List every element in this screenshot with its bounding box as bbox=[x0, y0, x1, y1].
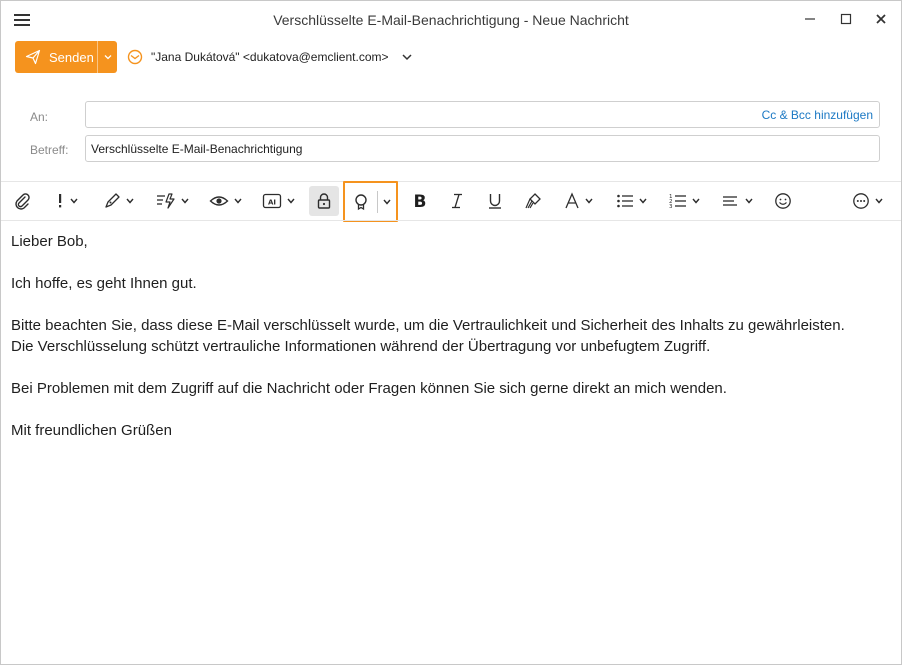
chevron-down-icon bbox=[692, 198, 700, 204]
more-options-button[interactable] bbox=[852, 188, 884, 214]
underline-icon bbox=[489, 194, 501, 209]
svg-text:B: B bbox=[414, 192, 427, 210]
attach-button[interactable] bbox=[13, 188, 31, 214]
align-icon bbox=[723, 196, 737, 206]
message-paragraph: Bitte beachten Sie, dass diese E-Mail ve… bbox=[11, 315, 896, 357]
message-body[interactable]: Lieber Bob, Ich hoffe, es geht Ihnen gut… bbox=[11, 231, 896, 462]
italic-button[interactable] bbox=[450, 188, 464, 214]
to-label: An: bbox=[30, 110, 49, 124]
priority-button[interactable] bbox=[55, 188, 79, 214]
read-receipt-button[interactable] bbox=[209, 188, 243, 214]
svg-text:3: 3 bbox=[669, 204, 673, 210]
to-field[interactable]: Cc & Bcc hinzufügen bbox=[85, 101, 880, 128]
message-closing: Mit freundlichen Grüßen bbox=[11, 422, 172, 439]
chevron-down-icon bbox=[745, 198, 753, 204]
italic-icon bbox=[452, 193, 462, 209]
close-icon[interactable] bbox=[869, 9, 893, 29]
emoji-button[interactable] bbox=[774, 188, 792, 214]
underline-button[interactable] bbox=[487, 188, 503, 214]
message-paragraph-line: Die Verschlüsselung schützt vertrauliche… bbox=[11, 338, 711, 355]
bold-button[interactable]: B bbox=[412, 188, 428, 214]
align-button[interactable] bbox=[722, 188, 754, 214]
subject-field[interactable]: Verschlüsselte E-Mail-Benachrichtigung bbox=[85, 135, 880, 162]
chevron-down-icon bbox=[234, 198, 242, 204]
chevron-down-icon bbox=[181, 198, 189, 204]
sign-icon bbox=[105, 193, 120, 208]
send-icon bbox=[25, 49, 41, 65]
svg-text:AI: AI bbox=[268, 199, 276, 207]
format-painter-icon bbox=[525, 193, 541, 209]
attach-icon bbox=[15, 193, 30, 210]
from-address: "Jana Dukátová" <dukatova@emclient.com> bbox=[151, 50, 389, 64]
encrypt-lock-icon bbox=[317, 193, 331, 209]
sign-button[interactable] bbox=[103, 188, 135, 214]
window-title: Verschlüsselte E-Mail-Benachrichtigung -… bbox=[273, 12, 629, 28]
certificate-icon bbox=[355, 193, 367, 210]
send-button[interactable]: Senden bbox=[15, 41, 97, 73]
message-paragraph: Bei Problemen mit dem Zugriff auf die Na… bbox=[11, 380, 727, 397]
from-selector[interactable]: "Jana Dukátová" <dukatova@emclient.com> bbox=[127, 47, 413, 67]
text-template-icon: AI bbox=[262, 193, 282, 209]
font-color-icon bbox=[565, 192, 579, 209]
subject-value: Verschlüsselte E-Mail-Benachrichtigung bbox=[91, 142, 303, 156]
chevron-down-icon bbox=[639, 198, 647, 204]
encrypt-button[interactable] bbox=[309, 186, 339, 216]
toolbar-divider bbox=[1, 220, 901, 221]
chevron-down-icon bbox=[126, 198, 134, 204]
send-label: Senden bbox=[49, 49, 94, 65]
emoji-icon bbox=[775, 193, 791, 209]
chevron-down-icon bbox=[104, 55, 111, 60]
title-bar: Verschlüsselte E-Mail-Benachrichtigung -… bbox=[1, 1, 901, 39]
format-painter-button[interactable] bbox=[524, 188, 542, 214]
account-icon bbox=[127, 49, 143, 65]
bullet-list-button[interactable] bbox=[616, 188, 648, 214]
certificate-separator bbox=[377, 190, 378, 213]
message-greeting: Lieber Bob, bbox=[11, 233, 88, 250]
chevron-down-icon bbox=[401, 54, 412, 61]
message-paragraph-line: Bitte beachten Sie, dass diese E-Mail ve… bbox=[11, 317, 845, 334]
maximize-icon[interactable] bbox=[834, 9, 858, 29]
font-color-button[interactable] bbox=[564, 188, 594, 214]
more-icon bbox=[853, 193, 869, 209]
formatting-toolbar: AI B 1 2 3 bbox=[1, 181, 901, 222]
bullet-list-icon bbox=[617, 194, 633, 208]
compose-window: Verschlüsselte E-Mail-Benachrichtigung -… bbox=[0, 0, 902, 665]
bold-icon: B bbox=[414, 192, 427, 210]
subject-label: Betreff: bbox=[30, 143, 69, 157]
flag-icon bbox=[157, 193, 175, 209]
chevron-down-icon bbox=[383, 199, 391, 205]
chevron-down-icon bbox=[70, 198, 78, 204]
certificate-button[interactable] bbox=[343, 181, 398, 222]
numbered-list-icon: 123 bbox=[669, 194, 686, 210]
send-button-group: Senden bbox=[15, 41, 117, 73]
numbered-list-button[interactable]: 123 bbox=[669, 188, 701, 214]
cc-bcc-link[interactable]: Cc & Bcc hinzufügen bbox=[762, 108, 873, 122]
send-options-button[interactable] bbox=[98, 41, 117, 73]
read-receipt-icon bbox=[209, 196, 229, 206]
priority-icon bbox=[59, 194, 62, 208]
text-template-button[interactable]: AI bbox=[262, 188, 296, 214]
quick-action-button[interactable] bbox=[156, 188, 190, 214]
chevron-down-icon bbox=[585, 198, 593, 204]
chevron-down-icon bbox=[287, 198, 295, 204]
minimize-icon[interactable] bbox=[798, 9, 822, 29]
message-line: Ich hoffe, es geht Ihnen gut. bbox=[11, 275, 197, 292]
chevron-down-icon bbox=[875, 198, 883, 204]
